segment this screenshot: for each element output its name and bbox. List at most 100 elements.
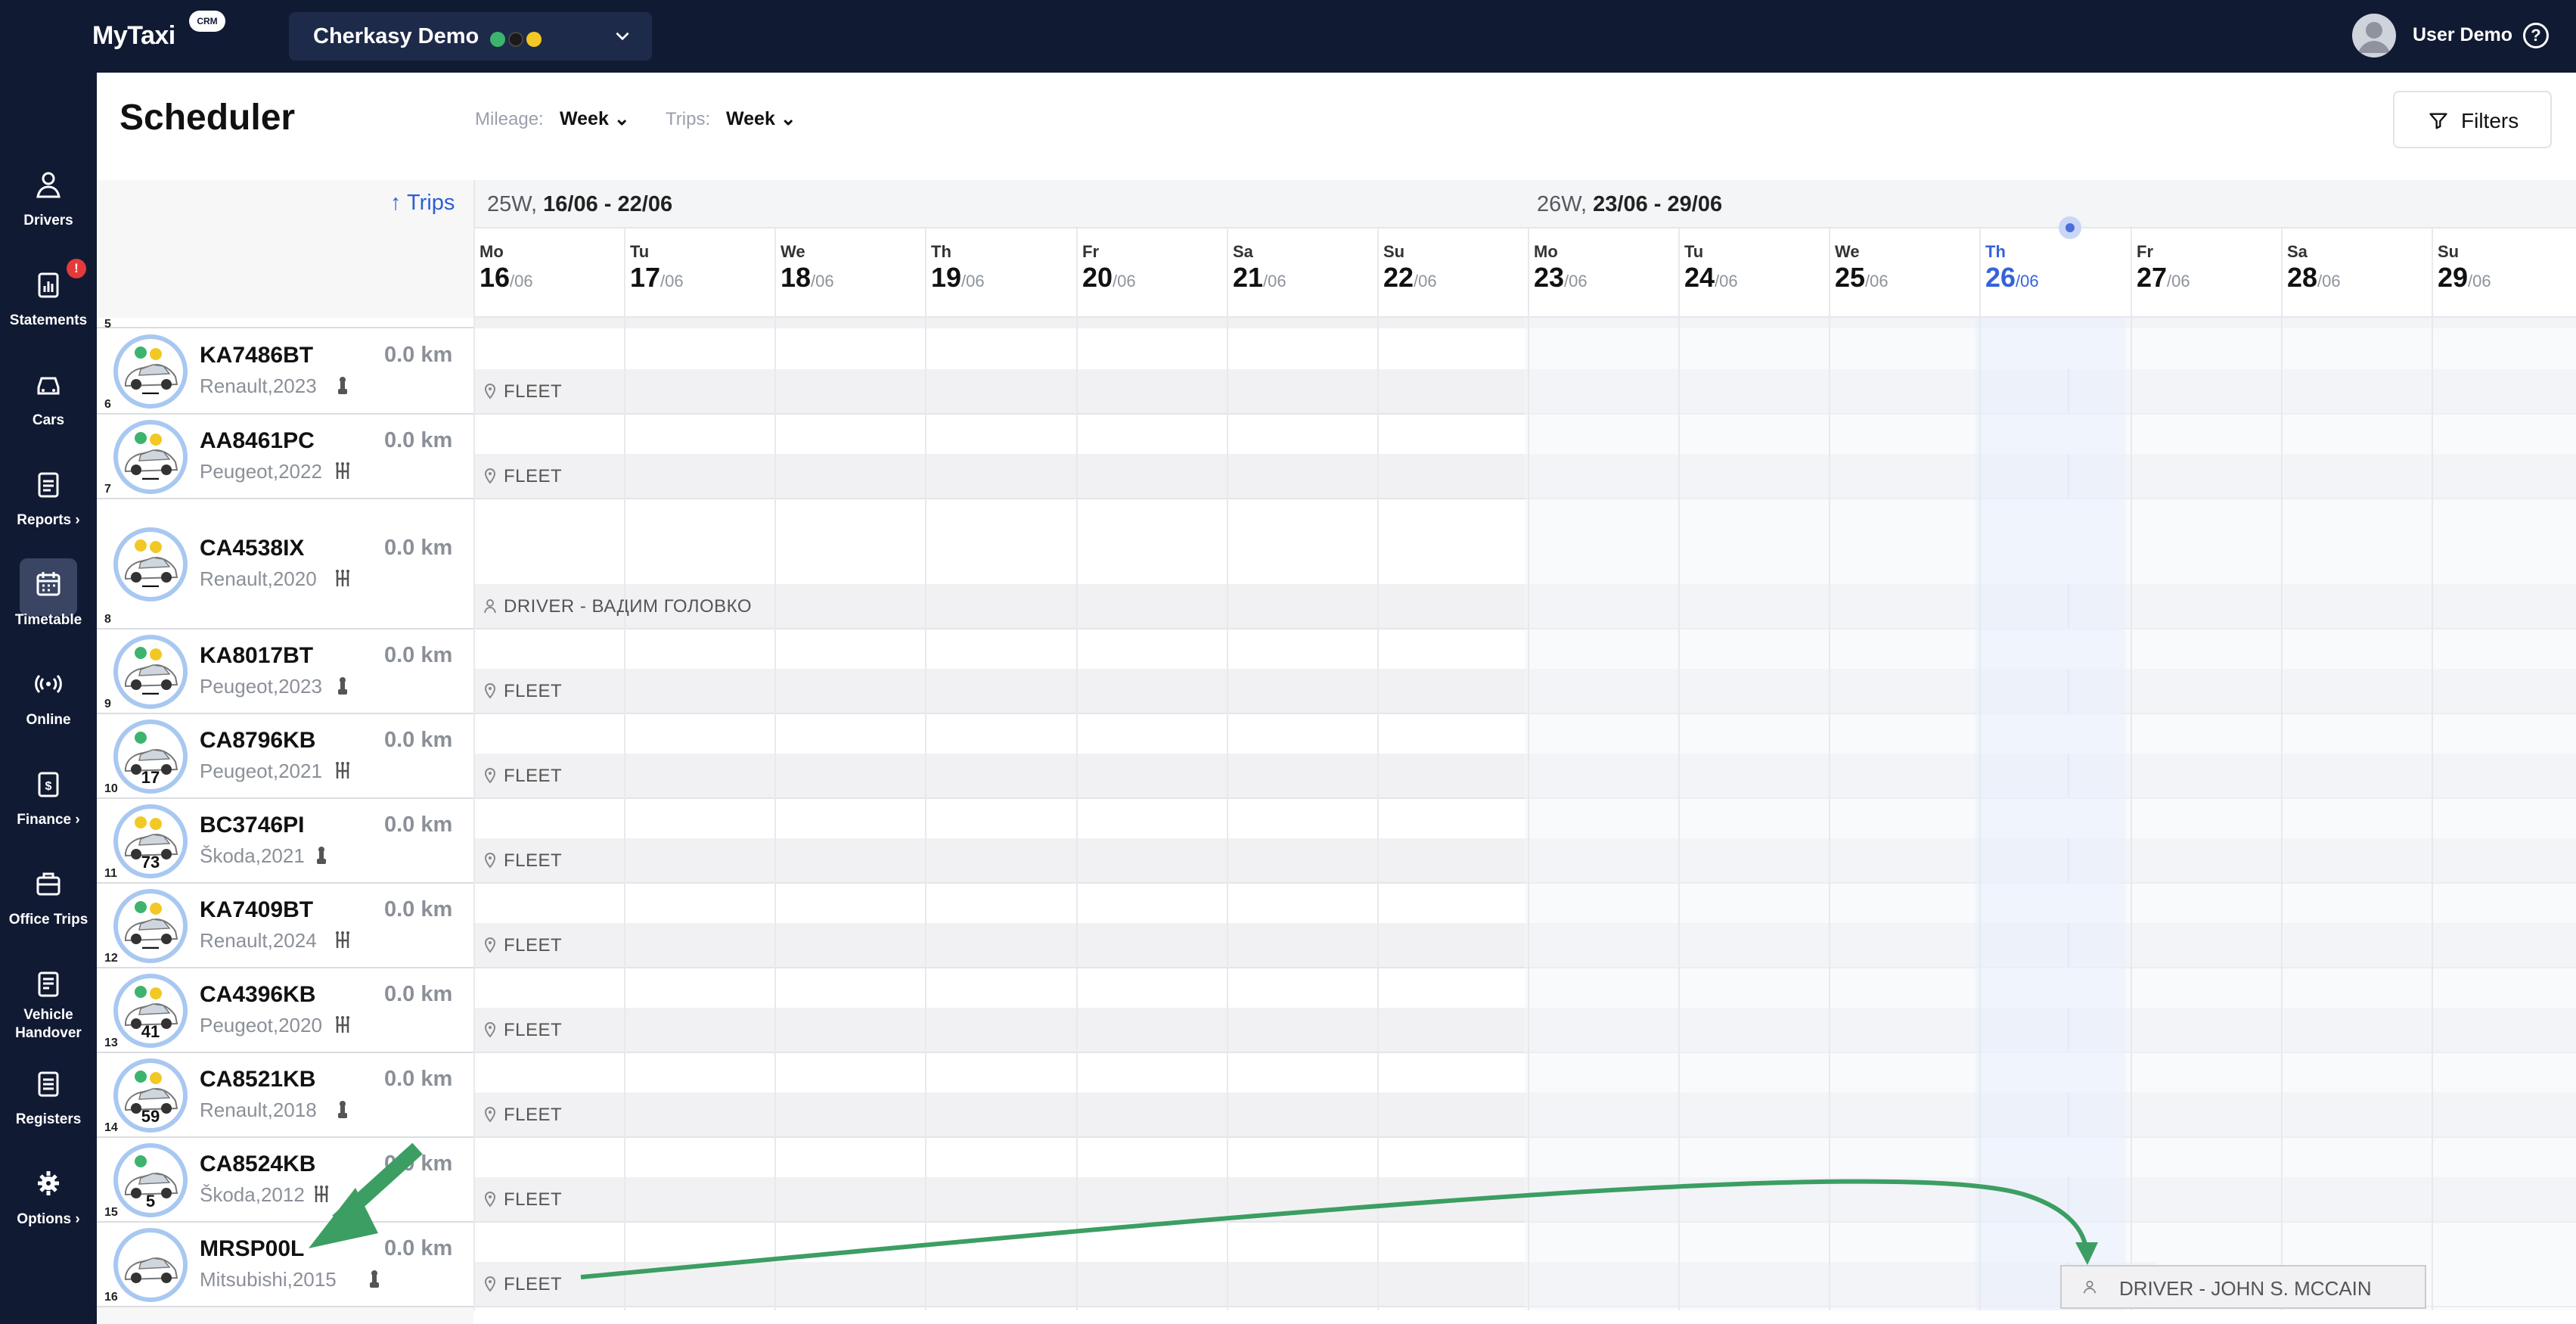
day-month: /06 bbox=[1414, 272, 1437, 291]
day-header-17[interactable]: Tu 17/06 bbox=[630, 242, 684, 294]
car-avatar: 73 bbox=[113, 804, 188, 878]
user-name[interactable]: User Demo bbox=[2413, 24, 2512, 46]
car-plate[interactable]: CA4538IX bbox=[200, 536, 304, 561]
day-header-19[interactable]: Th 19/06 bbox=[931, 242, 985, 294]
day-header-22[interactable]: Su 22/06 bbox=[1383, 242, 1437, 294]
today-column-shade bbox=[1975, 318, 2125, 1310]
location-pin-icon bbox=[484, 1276, 496, 1292]
sidebar-item-drivers[interactable]: Drivers bbox=[0, 169, 97, 253]
sidebar-item-registers[interactable]: Registers bbox=[0, 1068, 97, 1152]
sidebar-item-label: Finance › bbox=[17, 812, 80, 828]
day-header-21[interactable]: Sa 21/06 bbox=[1233, 242, 1286, 294]
row-number: 9 bbox=[104, 698, 111, 710]
car-number: 59 bbox=[141, 1107, 160, 1126]
company-name: Cherkasy Demo bbox=[313, 24, 480, 48]
filters-label: Filters bbox=[2461, 109, 2519, 132]
day-column-divider bbox=[1678, 227, 1680, 1310]
sidebar-item-finance[interactable]: $ Finance › bbox=[0, 769, 97, 852]
car-plate[interactable]: CA8521KB bbox=[200, 1067, 315, 1092]
sidebar-item-reports[interactable]: Reports › bbox=[0, 469, 97, 552]
car-number: — bbox=[142, 683, 159, 702]
briefcase-icon bbox=[36, 872, 61, 896]
sidebar-item-vehicle-handover[interactable]: Vehicle Handover bbox=[0, 968, 97, 1052]
day-number: 19 bbox=[931, 262, 962, 293]
car-plate[interactable]: CA4396KB bbox=[200, 982, 315, 1008]
day-number: 23 bbox=[1534, 262, 1565, 293]
car-model: Škoda,2012 bbox=[200, 1183, 305, 1206]
car-plate[interactable]: CA8524KB bbox=[200, 1152, 315, 1177]
location-pin-icon bbox=[484, 1021, 496, 1038]
gear-icon bbox=[38, 1171, 59, 1195]
car-plate[interactable]: MRSP00L bbox=[200, 1236, 304, 1262]
day-header-18[interactable]: We 18/06 bbox=[781, 242, 834, 294]
sidebar-item-cars[interactable]: Cars bbox=[0, 369, 97, 452]
day-column-divider bbox=[1829, 227, 1830, 1310]
manual-gearbox-icon bbox=[336, 570, 349, 586]
sidebar-item-statements[interactable]: Statements! bbox=[0, 259, 97, 353]
fleet-label: FLEET bbox=[504, 1189, 563, 1210]
today-marker bbox=[2059, 216, 2081, 239]
day-number: 24 bbox=[1684, 262, 1715, 293]
car-number: — bbox=[142, 576, 159, 595]
trips-select[interactable]: Week ⌄ bbox=[726, 107, 796, 130]
day-header-28[interactable]: Sa 28/06 bbox=[2287, 242, 2341, 294]
car-mileage: 0.0 km bbox=[384, 897, 453, 922]
day-header-27[interactable]: Fr 27/06 bbox=[2137, 242, 2190, 294]
company-selector[interactable]: Cherkasy Demo bbox=[289, 12, 652, 61]
week-label-26: 26W, 23/06 - 29/06 bbox=[1537, 192, 1723, 216]
day-month: /06 bbox=[1113, 272, 1136, 291]
car-plate[interactable]: BC3746PI bbox=[200, 813, 304, 838]
sidebar-item-label: Drivers bbox=[23, 213, 73, 228]
car-plate[interactable]: CA8796KB bbox=[200, 728, 315, 754]
car-mileage: 0.0 km bbox=[384, 982, 453, 1006]
sidebar-item-office-trips[interactable]: Office Trips bbox=[0, 869, 97, 952]
filters-button[interactable]: Filters bbox=[2393, 91, 2552, 148]
day-column-divider bbox=[774, 227, 776, 1310]
car-avatar: — bbox=[113, 420, 188, 494]
row-number: 12 bbox=[104, 952, 118, 965]
car-model: Renault,2023 bbox=[200, 375, 317, 397]
sidebar-item-options[interactable]: Options › bbox=[0, 1168, 97, 1251]
sort-by-trips[interactable]: ↑ Trips bbox=[390, 191, 455, 216]
car-mileage: 0.0 km bbox=[384, 813, 453, 837]
register-icon bbox=[38, 1071, 59, 1097]
day-header-26[interactable]: Th 26/06 bbox=[1985, 242, 2039, 294]
app-logo[interactable]: MyTaxi bbox=[92, 21, 175, 51]
manual-gearbox-icon bbox=[336, 762, 349, 779]
car-avatar: 5 bbox=[113, 1143, 188, 1217]
car-avatar: 17 bbox=[113, 719, 188, 794]
day-header-25[interactable]: We 25/06 bbox=[1835, 242, 1889, 294]
location-pin-icon bbox=[484, 937, 496, 953]
fleet-label: FLEET bbox=[504, 1274, 563, 1294]
day-number: 28 bbox=[2287, 262, 2318, 293]
user-avatar[interactable] bbox=[2352, 14, 2396, 57]
day-column-divider bbox=[624, 227, 625, 1310]
day-header-29[interactable]: Su 29/06 bbox=[2438, 242, 2491, 294]
chevron-down-icon bbox=[616, 32, 629, 41]
car-plate[interactable]: KA7409BT bbox=[200, 897, 313, 923]
person-icon bbox=[36, 172, 61, 198]
driver-assignment-label: DRIVER - ВАДИМ ГОЛОВКО bbox=[504, 596, 753, 617]
car-plate[interactable]: KA7486BT bbox=[200, 343, 313, 368]
broadcast-icon bbox=[35, 674, 62, 694]
car-model: Peugeot,2021 bbox=[200, 760, 322, 782]
day-header-23[interactable]: Mo 23/06 bbox=[1534, 242, 1587, 294]
day-month: /06 bbox=[2016, 272, 2039, 291]
day-header-24[interactable]: Tu 24/06 bbox=[1684, 242, 1738, 294]
mileage-select[interactable]: Week ⌄ bbox=[560, 107, 630, 130]
car-plate[interactable]: AA8461PC bbox=[200, 428, 315, 454]
day-column-divider bbox=[2432, 227, 2433, 1310]
help-icon[interactable]: ? bbox=[2523, 23, 2549, 48]
sidebar-item-online[interactable]: Online bbox=[0, 669, 97, 752]
day-column-divider bbox=[1528, 227, 1529, 1310]
day-number: 20 bbox=[1082, 262, 1113, 293]
driver-assignment-john-mccain[interactable]: DRIVER - JOHN S. MCCAIN bbox=[2060, 1265, 2426, 1309]
day-header-20[interactable]: Fr 20/06 bbox=[1082, 242, 1136, 294]
mileage-value: Week bbox=[560, 108, 609, 129]
car-plate[interactable]: KA8017BT bbox=[200, 643, 313, 669]
day-name: Tu bbox=[1684, 242, 1704, 261]
day-name: We bbox=[1835, 242, 1860, 261]
sidebar-item-timetable[interactable]: Timetable bbox=[0, 558, 97, 652]
sidebar-item-label: Options › bbox=[17, 1211, 80, 1227]
day-header-16[interactable]: Mo 16/06 bbox=[480, 242, 533, 294]
